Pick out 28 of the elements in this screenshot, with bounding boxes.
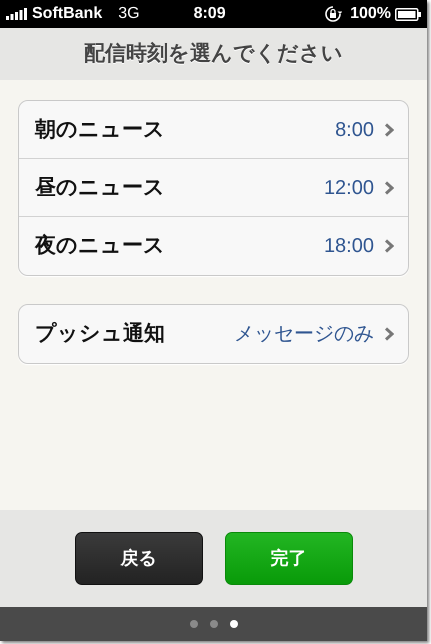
settings-row[interactable]: 朝のニュース 8:00 — [19, 101, 408, 159]
row-value: メッセージのみ — [234, 322, 374, 347]
carrier-name: SoftBank — [32, 4, 102, 24]
chevron-icon — [384, 327, 394, 341]
battery-percent: 100% — [350, 4, 391, 24]
clock: 8:09 — [194, 4, 226, 24]
back-button[interactable]: 戻る — [74, 532, 202, 585]
row-label: 夜のニュース — [35, 232, 165, 260]
settings-row[interactable]: 夜のニュース 18:00 — [19, 217, 408, 275]
chevron-icon — [384, 239, 394, 253]
screen-title: 配信時刻を選んでください — [84, 40, 343, 68]
row-label: 昼のニュース — [35, 174, 165, 201]
page-dot[interactable] — [210, 620, 218, 628]
row-value: 8:00 — [335, 118, 374, 142]
network-type: 3G — [118, 4, 140, 24]
page-dot[interactable] — [190, 620, 198, 628]
rotation-lock-icon — [324, 5, 342, 23]
row-value: 18:00 — [324, 234, 374, 259]
battery-icon — [395, 8, 421, 20]
settings-row[interactable]: 昼のニュース 12:00 — [19, 159, 408, 217]
row-label: プッシュ通知 — [35, 320, 165, 348]
chevron-icon — [384, 180, 394, 194]
settings-row[interactable]: プッシュ通知 メッセージのみ — [19, 305, 408, 363]
row-value: 12:00 — [324, 176, 374, 200]
page-dot[interactable] — [230, 620, 238, 628]
signal-icon — [6, 8, 28, 20]
row-label: 朝のニュース — [35, 116, 165, 143]
chevron-icon — [384, 122, 394, 136]
